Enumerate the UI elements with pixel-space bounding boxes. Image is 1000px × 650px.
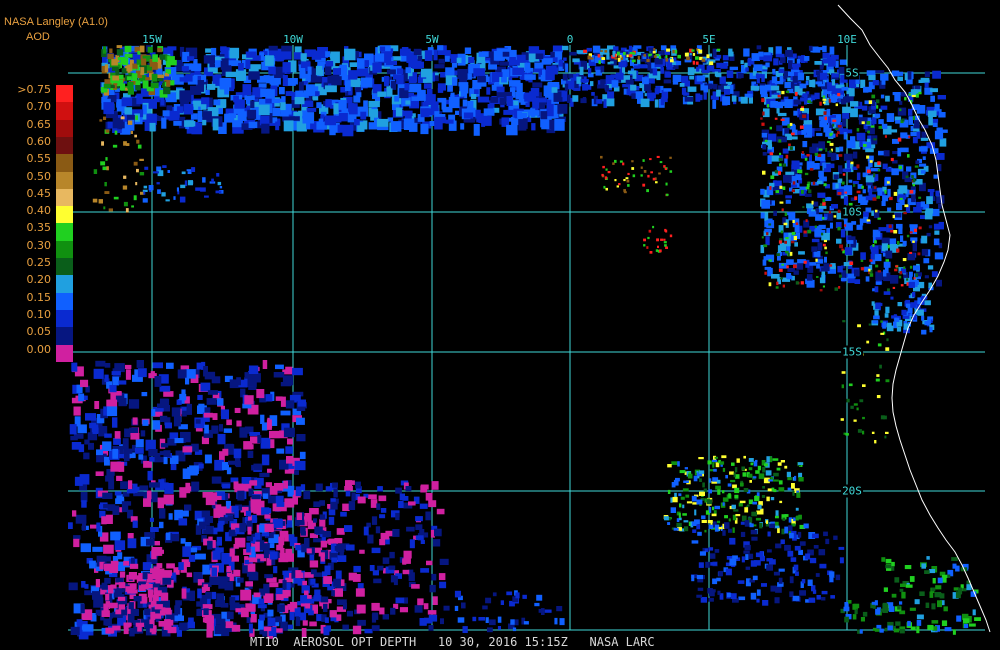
legend-label: 0.15 [26, 290, 52, 304]
source-label: NASA Langley (A1.0) [4, 16, 108, 28]
legend-swatch [56, 136, 73, 155]
legend-label: 0.45 [26, 186, 52, 200]
legend-label: 0.60 [26, 134, 52, 148]
product-label: AOD [26, 31, 50, 43]
legend-swatch [56, 292, 73, 311]
legend-label: 0.00 [26, 342, 52, 356]
legend-swatch [56, 154, 73, 172]
legend-label: 0.50 [26, 169, 52, 183]
longitude-label: 10W [283, 33, 303, 46]
legend-swatch [56, 223, 73, 242]
legend-label: 0.05 [26, 325, 52, 339]
legend-label: 0.70 [26, 100, 52, 114]
longitude-label: 15W [142, 33, 162, 46]
legend-label: 0.40 [26, 204, 52, 218]
legend-swatch [56, 309, 73, 328]
legend-swatch [56, 275, 73, 294]
legend-label: 0.35 [26, 221, 52, 235]
legend-label: 0.65 [26, 117, 52, 131]
longitude-label: 0 [566, 33, 574, 46]
legend-swatch [56, 240, 73, 259]
legend-swatch [56, 327, 73, 345]
legend-label: 0.20 [26, 273, 52, 287]
latitude-label: 10S [841, 205, 863, 219]
legend-swatch [56, 102, 73, 121]
legend-swatch [56, 171, 73, 190]
longitude-label: 5W [425, 33, 439, 46]
aod-map [68, 4, 991, 640]
longitude-label: 10E [837, 33, 857, 46]
legend-label: 0.30 [26, 238, 52, 252]
legend-label: >0.75 [17, 83, 51, 96]
legend-label: 0.25 [26, 256, 52, 269]
aerosol-field [68, 45, 981, 640]
legend-label: 0.55 [26, 152, 52, 166]
latitude-label: 15S [841, 345, 863, 359]
legend-label: 0.10 [26, 307, 52, 321]
longitude-label: 5E [702, 33, 716, 46]
map-caption: MT10 AEROSOL OPT DEPTH 10 30, 2016 15:15… [250, 635, 655, 649]
legend-swatch [56, 85, 73, 103]
legend-swatch [56, 206, 73, 224]
latitude-label: 5S [844, 66, 860, 80]
latitude-label: 20S [841, 484, 863, 498]
legend-swatch [56, 119, 73, 138]
legend-swatch [56, 188, 73, 207]
legend-swatch [56, 344, 73, 363]
legend-swatch [56, 258, 73, 276]
